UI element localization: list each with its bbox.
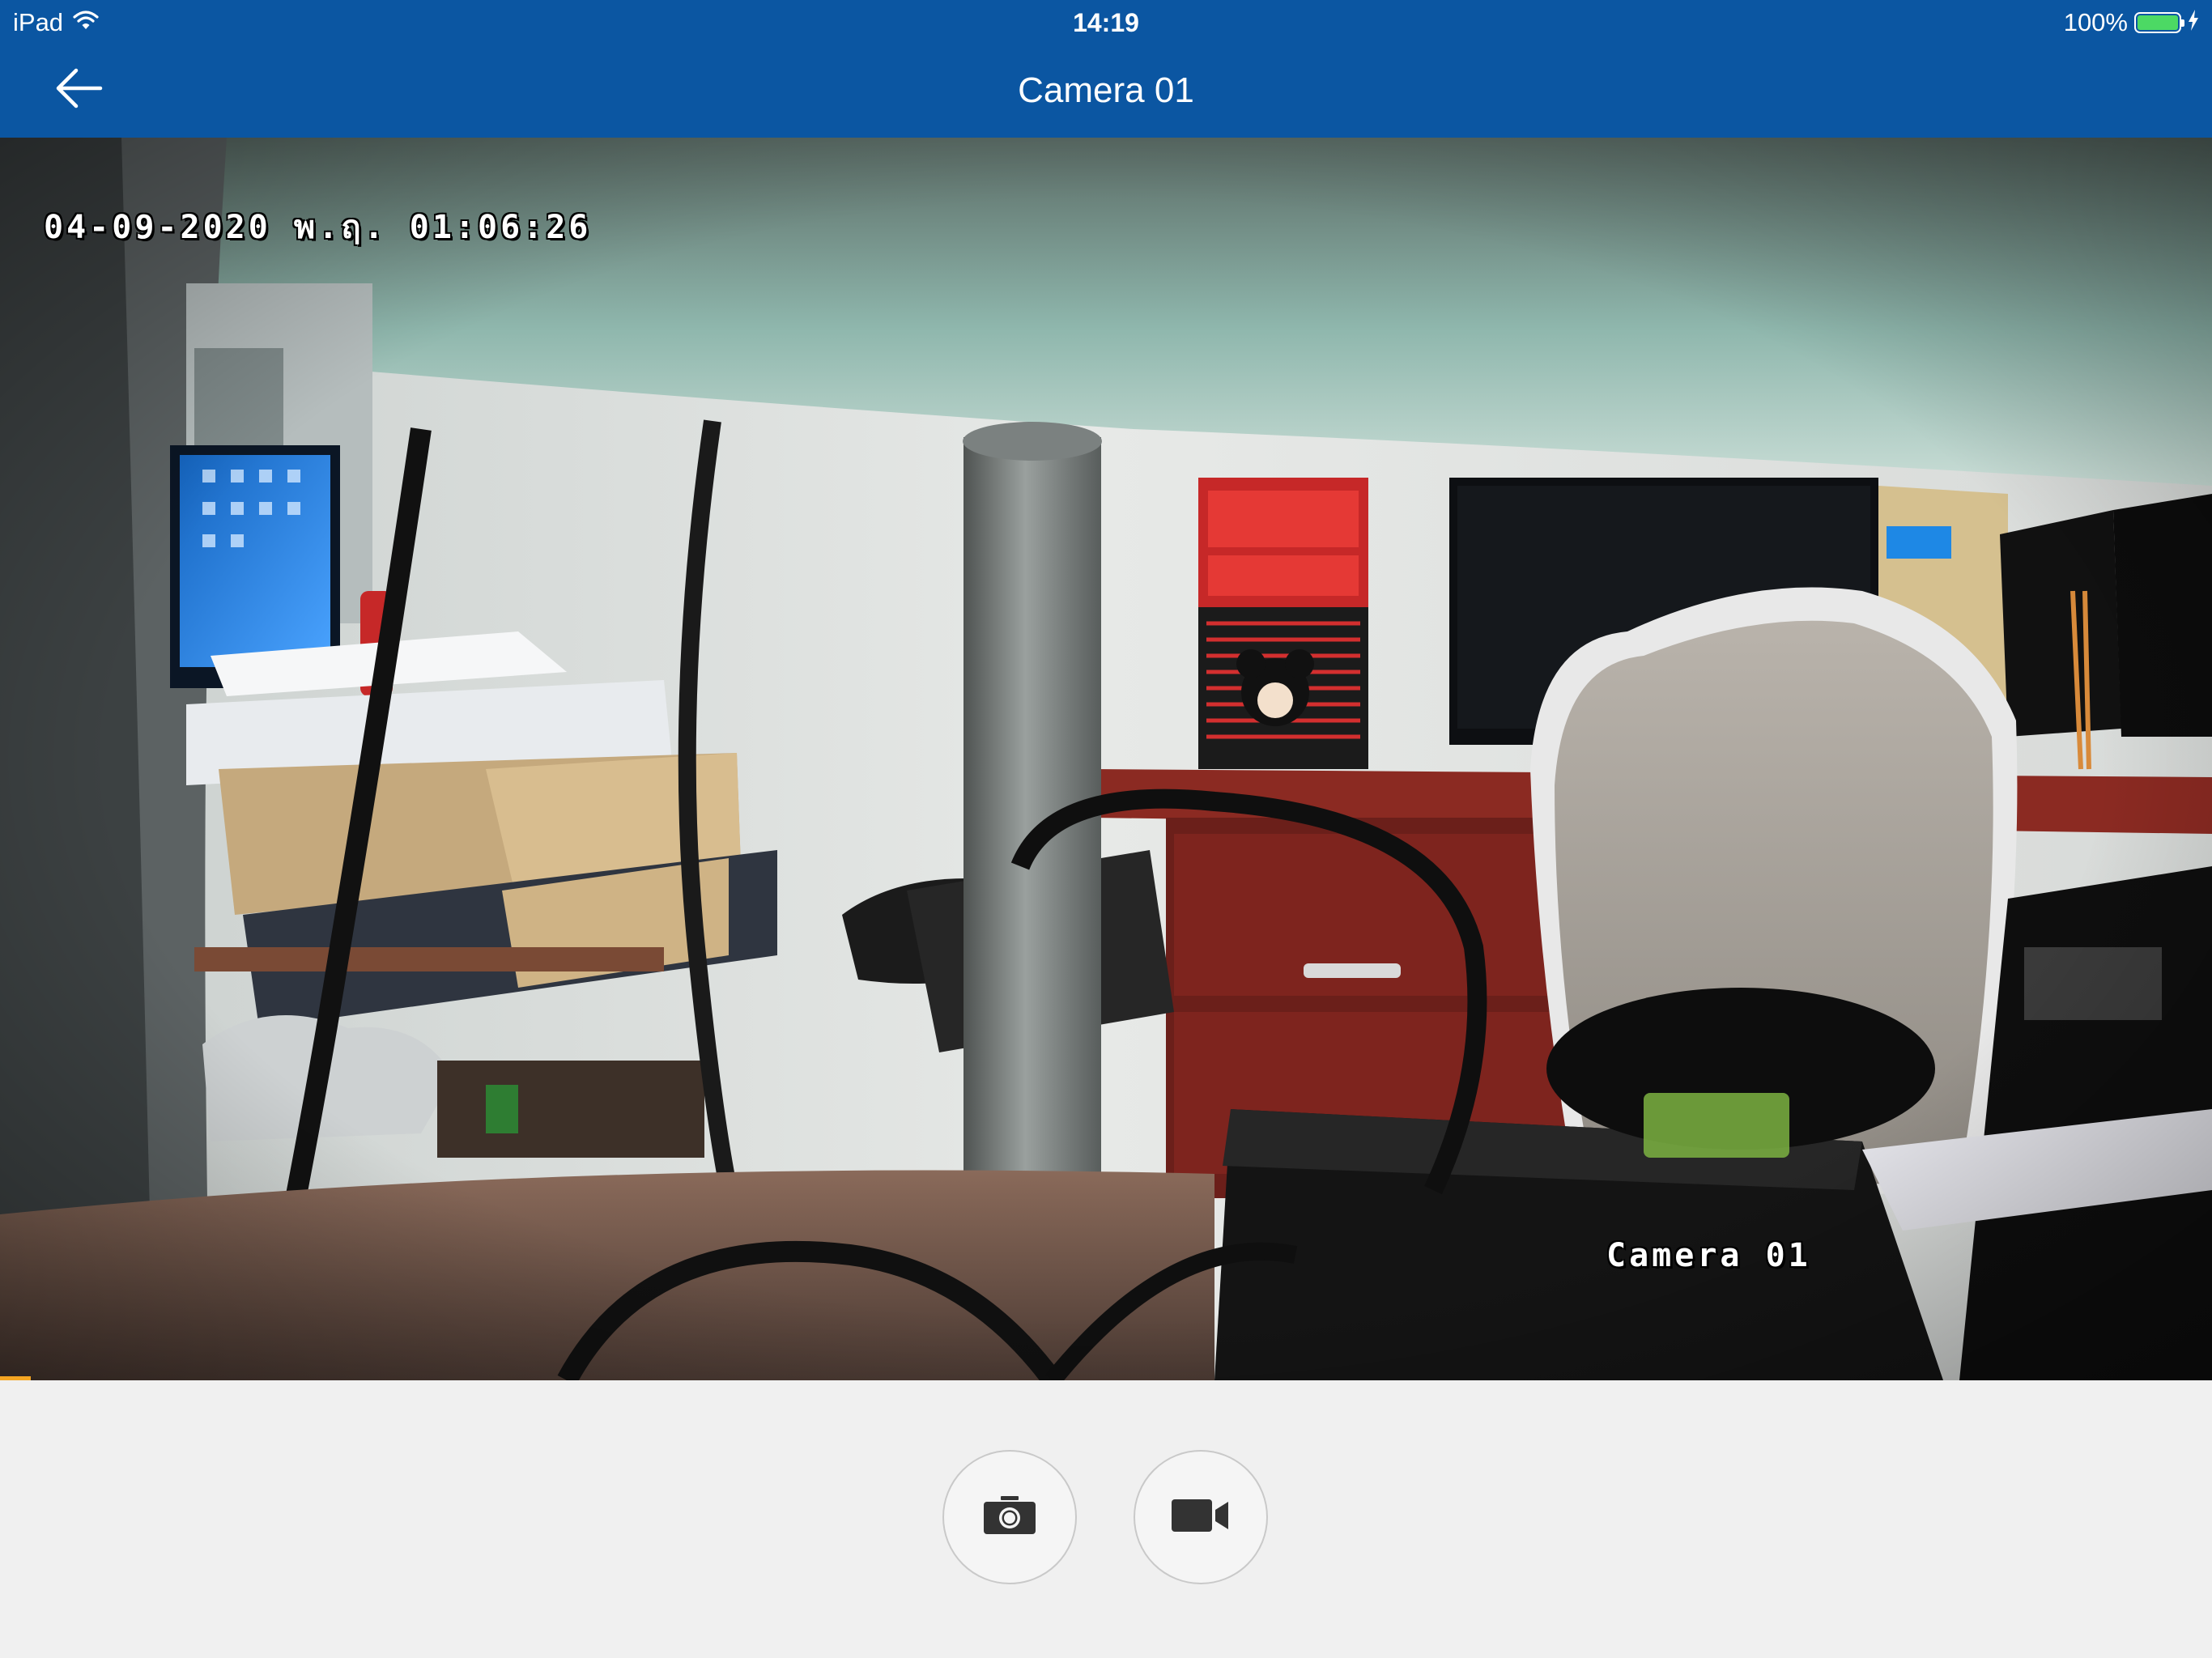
status-bar: iPad 14:19 100% <box>0 0 2212 44</box>
snapshot-button[interactable] <box>942 1450 1077 1584</box>
video-camera-icon <box>1170 1496 1231 1539</box>
battery-level-fill <box>2138 15 2178 30</box>
status-bar-time: 14:19 <box>1073 8 1139 37</box>
control-panel <box>0 1380 2212 1658</box>
battery-percent: 100% <box>2063 8 2128 36</box>
camera-icon <box>981 1494 1038 1541</box>
page-title: Camera 01 <box>1018 70 1194 110</box>
record-button[interactable] <box>1134 1450 1268 1584</box>
battery-icon <box>2134 12 2184 33</box>
top-bar: iPad 14:19 100% Camera 01 <box>0 0 2212 138</box>
osd-camera-name: Camera 01 <box>1606 1237 1811 1274</box>
camera-video-view[interactable]: 04-09-2020 พ.ฤ. 01:06:26 Camera 01 <box>0 138 2212 1380</box>
camera-live-view-screen: iPad 14:19 100% Camera 01 04-09-2020 พ.ฤ… <box>0 0 2212 1658</box>
status-bar-right: 100% <box>2064 6 2199 39</box>
charging-bolt-icon <box>2188 8 2199 37</box>
camera-feed-image <box>0 138 2212 1380</box>
osd-datetime: 04-09-2020 พ.ฤ. 01:06:26 <box>44 209 592 246</box>
navigation-bar: Camera 01 <box>0 44 2212 138</box>
